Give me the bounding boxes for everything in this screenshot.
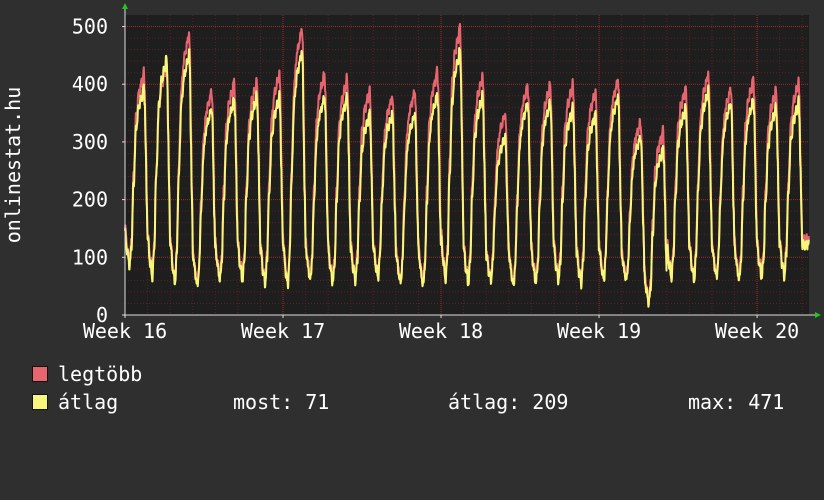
- legend-swatch-avg: [32, 394, 48, 410]
- x-tick-label: Week 19: [557, 319, 641, 343]
- y-axis-arrow: [122, 3, 128, 9]
- legend-swatch-max: [32, 366, 48, 382]
- y-axis-label: onlinestat.hu: [1, 87, 25, 244]
- y-tick-label: 200: [72, 188, 108, 212]
- x-tick-label: Week 17: [241, 319, 325, 343]
- stat-now: most: 71: [233, 390, 330, 414]
- y-tick-label: 100: [72, 245, 108, 269]
- y-tick-label: 400: [72, 72, 108, 96]
- legend-item-avg: átlag: [32, 388, 118, 500]
- stat-max: max: 471: [688, 390, 785, 414]
- y-tick-label: 300: [72, 130, 108, 154]
- x-tick-label: Week 18: [399, 319, 483, 343]
- stat-average: átlag: 209: [448, 390, 569, 414]
- x-tick-label: Week 16: [83, 319, 167, 343]
- legend-label-max: legtöbb: [58, 362, 143, 386]
- x-axis-arrow: [815, 312, 821, 318]
- legend-label-avg: átlag: [58, 390, 119, 414]
- chart-stage: 0 100 200 300 400 500 Week 16 Week 17 Week 18 Wee…: [0, 0, 824, 430]
- y-tick-label: 500: [72, 15, 108, 39]
- x-tick-label: Week 20: [715, 319, 799, 343]
